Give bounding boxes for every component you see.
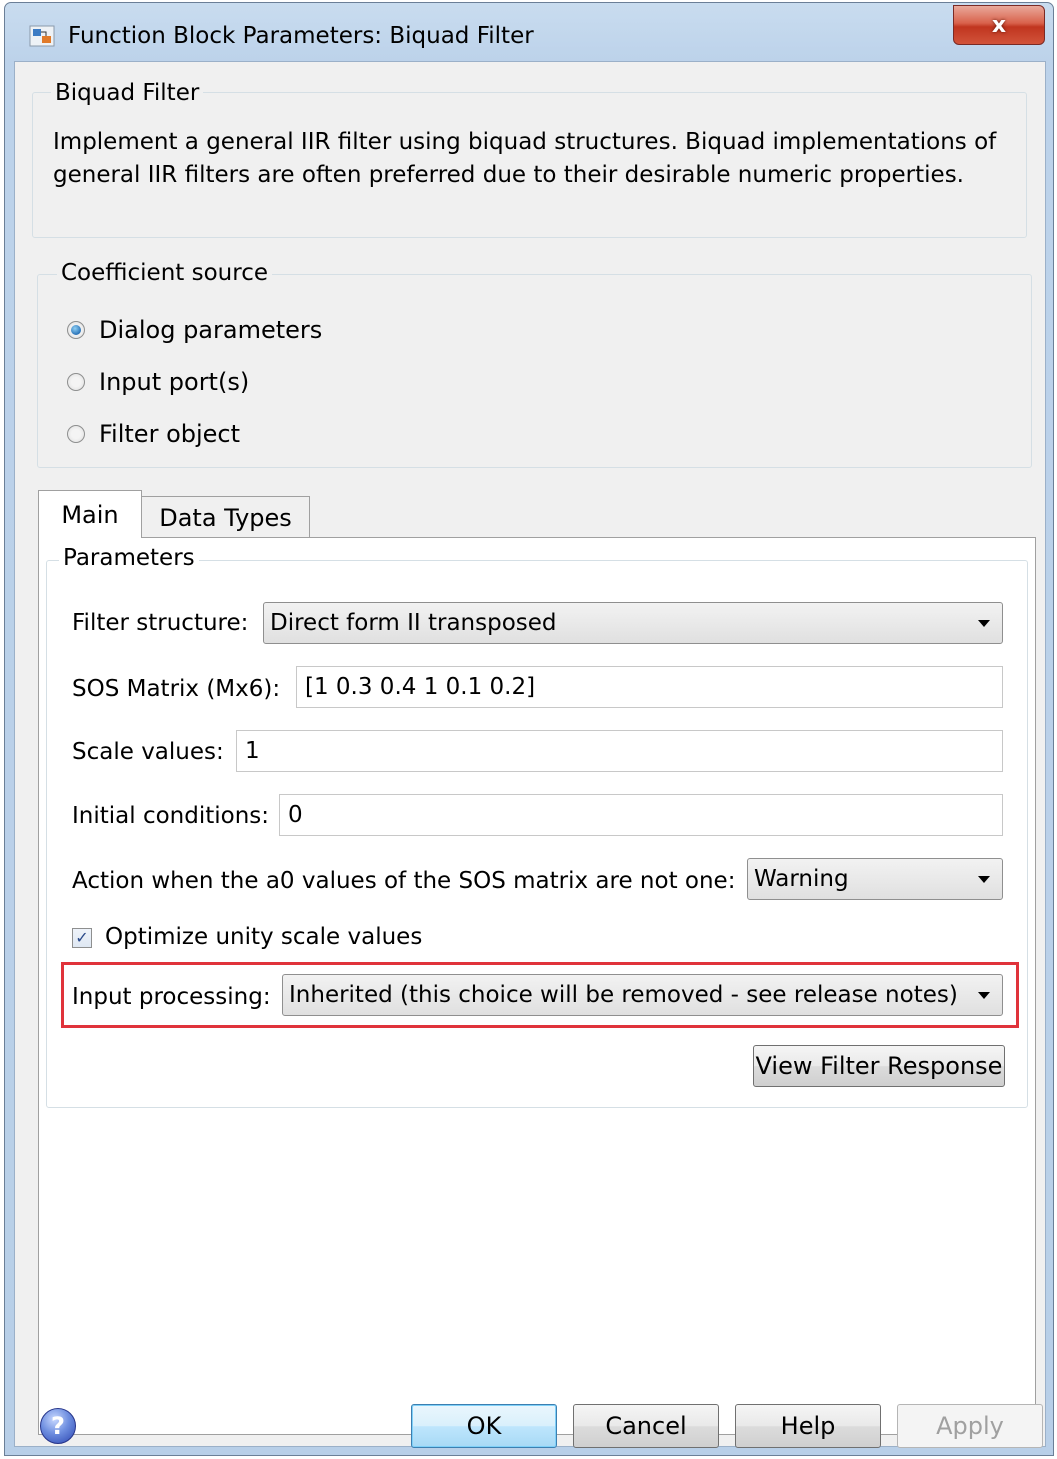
close-button[interactable]: x <box>953 5 1045 45</box>
coefficient-source-title: Coefficient source <box>57 260 272 286</box>
radio-filter-object[interactable]: Filter object <box>67 418 240 450</box>
optimize-unity-checkbox[interactable]: ✓ <box>72 928 92 948</box>
sos-matrix-label: SOS Matrix (Mx6): <box>72 676 281 702</box>
filter-structure-dropdown[interactable]: Direct form II transposed <box>263 602 1003 644</box>
tab-main[interactable]: Main <box>38 490 142 538</box>
dropdown-value: Direct form II transposed <box>270 610 557 636</box>
dialog-window: Function Block Parameters: Biquad Filter… <box>4 2 1054 1456</box>
a0-action-dropdown[interactable]: Warning <box>747 858 1003 900</box>
apply-button[interactable]: Apply <box>897 1404 1043 1448</box>
block-description: Implement a general IIR filter using biq… <box>53 129 997 188</box>
radio-button[interactable] <box>67 425 85 443</box>
window-title: Function Block Parameters: Biquad Filter <box>68 23 534 49</box>
help-button[interactable]: Help <box>735 1404 881 1448</box>
radio-button[interactable] <box>67 373 85 391</box>
radio-input-ports[interactable]: Input port(s) <box>67 366 249 398</box>
radio-dialog-parameters[interactable]: Dialog parameters <box>67 314 322 346</box>
initial-conditions-input[interactable]: 0 <box>279 794 1003 836</box>
scale-values-input[interactable]: 1 <box>236 730 1003 772</box>
radio-label: Filter object <box>99 420 241 448</box>
help-icon[interactable]: ? <box>40 1408 76 1444</box>
radio-label: Dialog parameters <box>99 316 323 344</box>
close-icon: x <box>991 12 1007 38</box>
sos-matrix-input[interactable]: [1 0.3 0.4 1 0.1 0.2] <box>296 666 1003 708</box>
dialog-content: Biquad Filter Implement a general IIR fi… <box>14 61 1046 1448</box>
tab-data-types[interactable]: Data Types <box>142 496 310 538</box>
ok-button[interactable]: OK <box>411 1404 557 1448</box>
simulink-block-icon <box>29 25 55 47</box>
initial-conditions-label: Initial conditions: <box>72 803 270 829</box>
scale-values-label: Scale values: <box>72 739 224 765</box>
tab-label: Data Types <box>159 503 292 532</box>
optimize-unity-label: Optimize unity scale values <box>105 924 423 950</box>
input-processing-highlight <box>61 962 1019 1028</box>
view-filter-response-button[interactable]: View Filter Response <box>753 1045 1005 1087</box>
cancel-button[interactable]: Cancel <box>573 1404 719 1448</box>
a0-action-label: Action when the a0 values of the SOS mat… <box>72 868 736 894</box>
title-bar[interactable]: Function Block Parameters: Biquad Filter… <box>5 3 1053 65</box>
dropdown-arrow-icon <box>978 876 990 883</box>
description-group-title: Biquad Filter <box>51 80 204 106</box>
dropdown-value: Warning <box>754 866 849 892</box>
radio-button-selected[interactable] <box>67 321 85 339</box>
dropdown-arrow-icon <box>978 620 990 627</box>
tab-label: Main <box>61 500 119 529</box>
parameters-group-title: Parameters <box>59 545 199 571</box>
radio-label: Input port(s) <box>99 368 250 396</box>
filter-structure-label: Filter structure: <box>72 610 249 636</box>
